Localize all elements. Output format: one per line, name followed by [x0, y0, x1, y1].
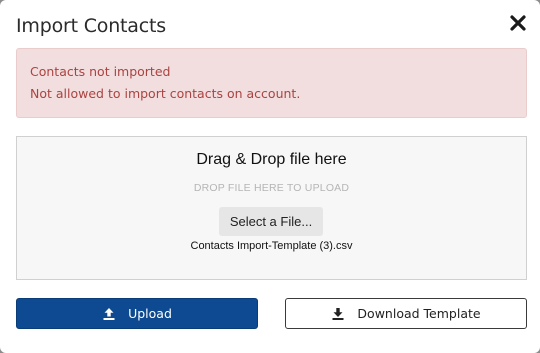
download-icon: [332, 307, 344, 320]
alert-message: Not allowed to import contacts on accoun…: [30, 86, 301, 101]
alert-heading: Contacts not imported: [30, 64, 171, 79]
file-dropzone[interactable]: Drag & Drop file here DROP FILE HERE TO …: [16, 136, 527, 280]
close-icon: [510, 15, 526, 31]
upload-icon: [103, 307, 115, 320]
error-alert: Contacts not imported Not allowed to imp…: [16, 48, 527, 118]
selected-file-name: Contacts Import-Template (3).csv: [190, 240, 353, 252]
dropzone-title: Drag & Drop file here: [196, 151, 347, 168]
upload-button[interactable]: Upload: [16, 298, 258, 329]
select-file-button[interactable]: Select a File...: [219, 207, 323, 236]
modal-title: Import Contacts: [16, 15, 166, 37]
download-template-button[interactable]: Download Template: [285, 298, 527, 329]
close-button[interactable]: [509, 14, 527, 32]
download-template-label: Download Template: [357, 306, 481, 321]
dropzone-subtitle: DROP FILE HERE TO UPLOAD: [193, 182, 350, 194]
import-contacts-modal: Import Contacts Contacts not imported No…: [0, 0, 540, 353]
upload-label: Upload: [128, 306, 172, 321]
